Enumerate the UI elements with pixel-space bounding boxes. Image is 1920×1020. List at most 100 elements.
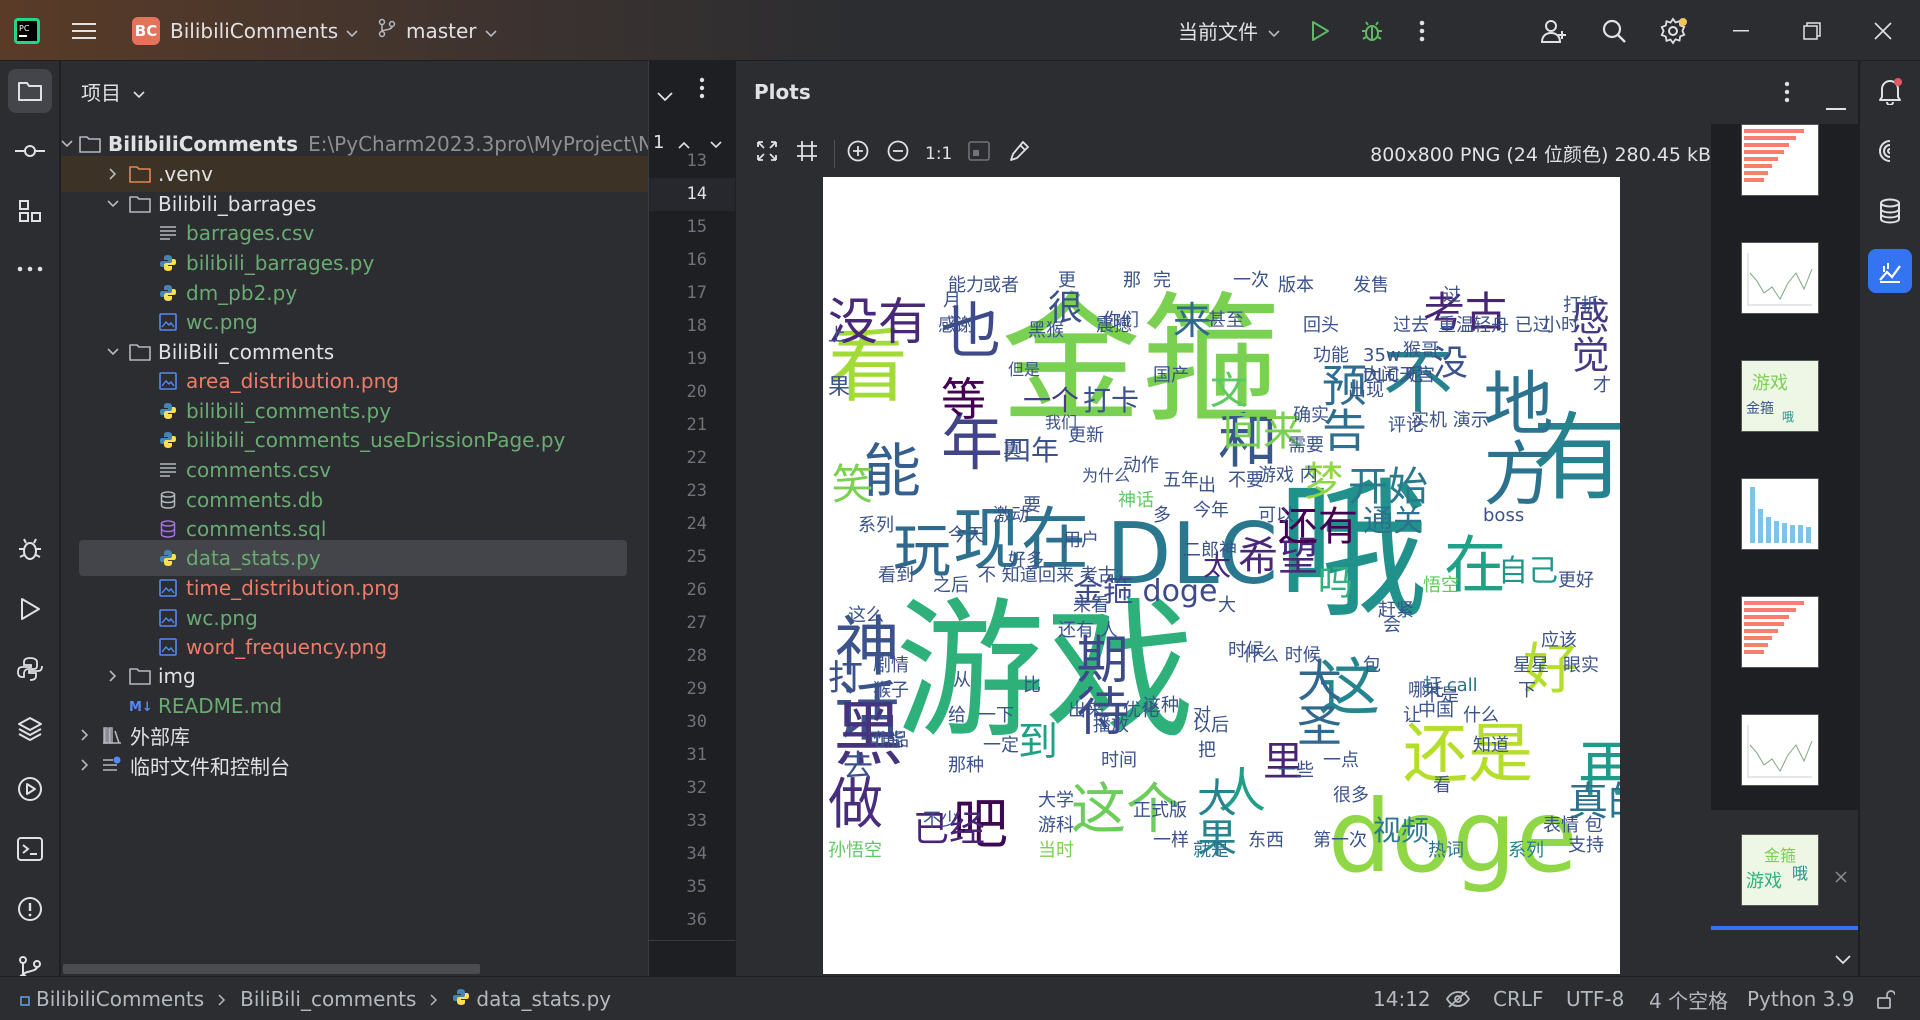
svg-text:金箍: 金箍: [1746, 400, 1774, 417]
plots-options-icon[interactable]: [1784, 81, 1790, 108]
fit-zoom-icon[interactable]: [756, 140, 778, 167]
chevron-down-icon[interactable]: [61, 140, 73, 148]
plot-thumbnail[interactable]: [1741, 714, 1819, 786]
wordcloud-word: 出来: [1068, 700, 1104, 721]
run-config-selector[interactable]: 当前文件: [1178, 0, 1280, 61]
chevron-right-icon[interactable]: [75, 729, 95, 741]
problems-tool-icon[interactable]: [8, 887, 52, 931]
hide-panel-icon[interactable]: [1826, 91, 1846, 115]
breadcrumb-folder[interactable]: BiliBili_comments: [240, 987, 416, 1011]
caret-position[interactable]: 14:12: [1373, 977, 1431, 1020]
settings-gear-icon[interactable]: [1659, 0, 1687, 61]
close-plot-icon[interactable]: [1835, 864, 1847, 888]
sql-file-icon: [157, 520, 179, 538]
wordcloud-word: 作品: [873, 730, 909, 751]
main-menu-icon[interactable]: [72, 0, 96, 61]
chevron-down-icon[interactable]: [103, 348, 123, 356]
line-number: 17: [686, 283, 707, 303]
plot-thumbnail[interactable]: 游戏 金箍哦: [1741, 360, 1819, 432]
tree-node-[interactable]: 临时文件和控制台: [61, 747, 648, 783]
wordcloud-word: 还有 人: [1058, 620, 1118, 641]
more-tools-icon[interactable]: [8, 247, 52, 291]
wordcloud-word: 热词: [1428, 840, 1464, 861]
debug-tool-icon[interactable]: [8, 527, 52, 571]
wordcloud-word: 过去: [1393, 315, 1429, 336]
tree-node-label: README.md: [158, 694, 283, 718]
chevron-right-icon[interactable]: [75, 759, 95, 771]
terminal-tool-icon[interactable]: [8, 827, 52, 871]
notifications-bell-icon[interactable]: [1868, 69, 1912, 113]
indent-setting[interactable]: 4 个空格: [1649, 977, 1728, 1020]
wordcloud-word: 等: [941, 373, 987, 426]
horizontal-scrollbar[interactable]: [63, 964, 480, 974]
actual-size-button[interactable]: 1:1: [925, 144, 952, 164]
project-switcher[interactable]: BC BilibiliComments: [132, 0, 358, 61]
project-view-selector[interactable]: 项目: [81, 61, 145, 122]
project-name: BilibiliComments: [170, 18, 339, 43]
wordcloud-word: 系列: [1508, 840, 1544, 861]
python-file-icon: [452, 987, 470, 1011]
wordcloud-word: 猴哥: [1403, 340, 1439, 361]
python-console-icon[interactable]: [8, 647, 52, 691]
breadcrumb-file[interactable]: data_stats.py: [476, 987, 611, 1011]
project-tool-icon[interactable]: [8, 69, 52, 113]
editor-tabs-dropdown-icon[interactable]: [657, 83, 673, 107]
more-actions-icon[interactable]: [1419, 0, 1425, 61]
project-tool-window: 项目 BilibiliComments E:\PyCharm2023.3pro\M…: [61, 61, 648, 976]
chevron-down-icon[interactable]: [1835, 946, 1851, 970]
file-encoding[interactable]: UTF-8: [1566, 977, 1624, 1020]
plot-thumbnail-selected[interactable]: 金箍 游戏哦: [1741, 834, 1819, 906]
chevron-down-icon[interactable]: [103, 200, 123, 208]
pycharm-logo[interactable]: PC: [14, 0, 40, 61]
grid-icon[interactable]: [796, 140, 818, 167]
wordcloud-word: 来看: [1073, 595, 1109, 616]
wordcloud-word: 时间: [1101, 750, 1137, 771]
line-number: 13: [686, 151, 707, 171]
run-icon[interactable]: [1310, 0, 1330, 61]
plot-thumbnail[interactable]: [1741, 242, 1819, 314]
python-packages-icon[interactable]: [8, 707, 52, 751]
wordcloud-word: 大闹天宫: [1363, 365, 1435, 386]
sciview-plots-icon[interactable]: [1868, 249, 1912, 293]
python-interpreter[interactable]: Python 3.9: [1747, 977, 1855, 1020]
chevron-right-icon[interactable]: [103, 168, 123, 180]
wordcloud-word: 出: [1198, 475, 1216, 496]
run-tool-icon[interactable]: [8, 587, 52, 631]
chevron-right-icon[interactable]: [103, 670, 123, 682]
vcs-branch-widget[interactable]: master: [378, 0, 497, 61]
database-tool-icon[interactable]: [1868, 189, 1912, 233]
plot-thumbnail[interactable]: [1741, 124, 1819, 196]
commit-tool-icon[interactable]: [8, 129, 52, 173]
wordcloud-word: 把: [1198, 740, 1216, 761]
editor-more-icon[interactable]: [699, 77, 705, 104]
breadcrumb-project[interactable]: BilibiliComments: [36, 987, 204, 1011]
minimize-icon[interactable]: [1733, 0, 1749, 61]
lock-icon[interactable]: [1875, 977, 1895, 1020]
close-window-icon[interactable]: [1874, 0, 1892, 61]
wordcloud-word: 应该: [1541, 630, 1577, 651]
color-picker-icon[interactable]: [1008, 140, 1030, 167]
debug-icon[interactable]: [1360, 0, 1384, 61]
tree-node-label: 外部库: [130, 724, 190, 749]
add-user-icon[interactable]: [1540, 0, 1568, 61]
ai-assistant-icon[interactable]: [1868, 129, 1912, 173]
wordcloud-word: 让: [1403, 705, 1421, 726]
zoom-in-icon[interactable]: [847, 140, 869, 167]
inspections-off-icon[interactable]: [1446, 977, 1470, 1020]
restore-icon[interactable]: [1803, 0, 1821, 61]
wordcloud-word: 完: [1153, 270, 1171, 291]
svg-text:游戏: 游戏: [1746, 871, 1782, 892]
services-tool-icon[interactable]: [8, 767, 52, 811]
background-toggle-icon[interactable]: [968, 141, 991, 166]
line-number: 29: [686, 679, 707, 699]
chevron-right-icon: [430, 987, 438, 1011]
plot-thumbnail[interactable]: [1741, 596, 1819, 668]
line-separator[interactable]: CRLF: [1493, 977, 1544, 1020]
plot-thumbnail[interactable]: [1741, 478, 1819, 550]
search-icon[interactable]: [1601, 0, 1627, 61]
image-info: 800x800 PNG (24 位颜色) 280.45 kB: [1370, 144, 1711, 166]
tree-node-label: data_stats.py: [186, 546, 321, 570]
zoom-out-icon[interactable]: [887, 140, 909, 167]
structure-tool-icon[interactable]: [8, 189, 52, 233]
title-bar: PC BC BilibiliComments master 当前文件: [0, 0, 1920, 61]
